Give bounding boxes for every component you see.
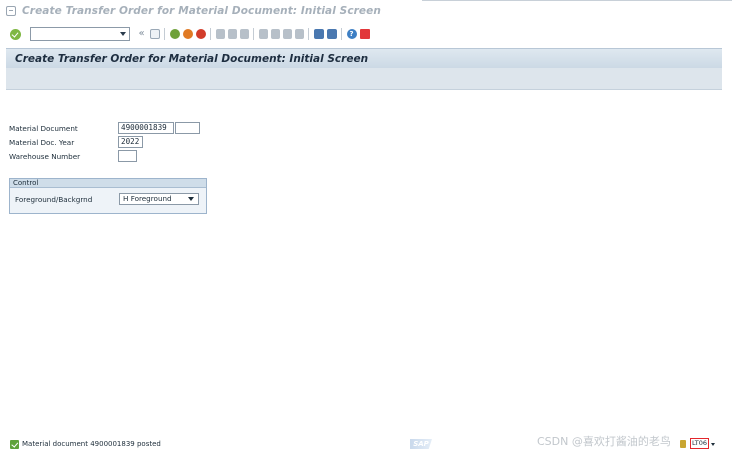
foreground-background-row: Foreground/Backgrnd H Foreground: [15, 193, 199, 205]
window-menu-icon[interactable]: [6, 6, 16, 16]
success-check-icon: [10, 440, 19, 449]
warehouse-number-label: Warehouse Number: [9, 151, 81, 161]
material-document-input[interactable]: 4900001839: [118, 122, 174, 134]
material-document-label: Material Document: [9, 123, 78, 133]
page-title: Create Transfer Order for Material Docum…: [15, 52, 369, 65]
material-doc-year-label: Material Doc. Year: [9, 137, 75, 147]
back-icon[interactable]: [169, 29, 180, 39]
toolbar-separator: [164, 28, 165, 40]
material-document-row: Material Document 4900001839: [9, 122, 200, 134]
title-bar-divider: [422, 0, 732, 1]
control-group: Control Foreground/Backgrnd H Foreground: [9, 178, 207, 214]
cancel-icon[interactable]: [195, 29, 206, 39]
shortcut-icon[interactable]: [326, 29, 337, 39]
history-back-icon[interactable]: «: [137, 29, 147, 39]
transaction-code-box[interactable]: LT06: [690, 438, 709, 449]
toolbar-separator: [308, 28, 309, 40]
first-page-icon[interactable]: [258, 29, 268, 39]
control-group-title: Control: [10, 179, 206, 188]
save-icon[interactable]: [149, 29, 160, 39]
exit-icon[interactable]: [182, 29, 193, 39]
create-session-icon[interactable]: [313, 29, 324, 39]
material-doc-year-input[interactable]: 2022: [118, 136, 143, 148]
foreground-background-select[interactable]: H Foreground: [119, 193, 199, 205]
next-page-icon[interactable]: [282, 29, 292, 39]
warehouse-number-input[interactable]: [118, 150, 137, 162]
screen-header: Create Transfer Order for Material Docum…: [6, 48, 722, 68]
material-doc-year-row: Material Doc. Year 2022: [9, 136, 143, 148]
window-title-bar: Create Transfer Order for Material Docum…: [0, 0, 732, 22]
customize-layout-icon[interactable]: [359, 29, 370, 39]
toolbar-separator: [210, 28, 211, 40]
print-icon[interactable]: [215, 29, 225, 39]
ok-icon[interactable]: [10, 28, 21, 40]
find-next-icon[interactable]: [239, 29, 249, 39]
previous-page-icon[interactable]: [270, 29, 280, 39]
foreground-background-label: Foreground/Backgrnd: [15, 194, 93, 204]
chevron-down-icon[interactable]: [120, 32, 126, 36]
find-icon[interactable]: [227, 29, 237, 39]
command-field[interactable]: [30, 27, 130, 41]
lock-icon: [680, 440, 686, 448]
chevron-down-icon[interactable]: [188, 197, 194, 201]
foreground-background-value: H Foreground: [123, 194, 172, 203]
toolbar-separator: [253, 28, 254, 40]
standard-toolbar: « ?: [0, 24, 722, 44]
status-message[interactable]: Material document 4900001839 posted: [22, 440, 161, 448]
last-page-icon[interactable]: [294, 29, 304, 39]
application-toolbar: [6, 68, 722, 90]
material-document-item-input[interactable]: [175, 122, 200, 134]
chevron-down-icon[interactable]: [711, 443, 715, 446]
toolbar-separator: [341, 28, 342, 40]
help-icon[interactable]: ?: [346, 29, 357, 39]
sap-logo: SAP: [410, 439, 432, 449]
window-title: Create Transfer Order for Material Docum…: [22, 5, 381, 17]
watermark: CSDN @喜欢打酱油的老鸟: [537, 435, 671, 448]
warehouse-number-row: Warehouse Number: [9, 150, 137, 162]
